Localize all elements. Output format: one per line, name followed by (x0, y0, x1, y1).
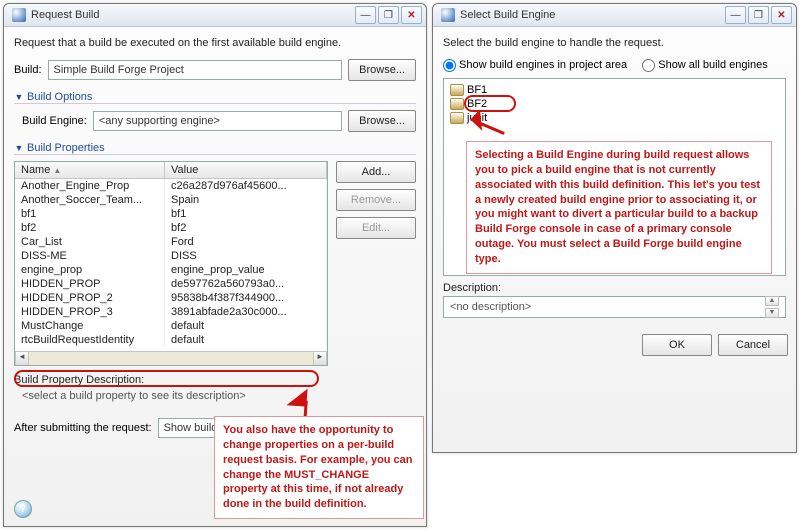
radio-show-all[interactable]: Show all build engines (642, 59, 767, 71)
table-row[interactable]: MustChangedefault (15, 319, 327, 333)
remove-button[interactable]: Remove... (336, 189, 416, 211)
dialog-title: Select Build Engine (460, 9, 723, 21)
help-icon[interactable]: ? (14, 500, 32, 518)
minimize-button[interactable]: — (725, 6, 746, 24)
engine-icon (450, 98, 464, 110)
table-row[interactable]: Another_Engine_Propc26a287d976af45600... (15, 179, 327, 194)
build-label: Build: (14, 64, 42, 76)
build-input[interactable] (48, 60, 343, 80)
table-row[interactable]: DISS-MEDISS (15, 249, 327, 263)
app-icon (12, 8, 26, 22)
engine-desc-label: Description: (443, 282, 786, 294)
intro-text: Request that a build be executed on the … (14, 37, 416, 49)
annotation-arrow (286, 387, 307, 406)
table-row[interactable]: HIDDEN_PROP_295838b4f387f344900... (15, 291, 327, 305)
table-row[interactable]: HIDDEN_PROP_33891abfade2a30c000... (15, 305, 327, 319)
build-engine-input[interactable] (93, 111, 342, 131)
table-row[interactable]: engine_propengine_prop_value (15, 263, 327, 277)
hscrollbar[interactable]: ◄► (15, 351, 327, 365)
close-button[interactable]: ✕ (771, 6, 792, 24)
callout-properties: You also have the opportunity to change … (214, 416, 424, 519)
dialog-title: Request Build (31, 9, 353, 21)
maximize-button[interactable]: ❐ (748, 6, 769, 24)
edit-button[interactable]: Edit... (336, 217, 416, 239)
build-properties-header: Build Properties (27, 142, 105, 154)
app-icon (441, 8, 455, 22)
table-row[interactable]: bf1bf1 (15, 207, 327, 221)
cancel-button[interactable]: Cancel (718, 334, 788, 356)
table-row[interactable]: bf2bf2 (15, 221, 327, 235)
maximize-button[interactable]: ❐ (378, 6, 399, 24)
desc-scroll[interactable]: ▲▼ (765, 296, 779, 318)
callout-engine: Selecting a Build Engine during build re… (466, 141, 772, 274)
table-row[interactable]: Car_ListFord (15, 235, 327, 249)
titlebar: Request Build — ❐ ✕ (4, 4, 426, 27)
prop-desc-value: <select a build property to see its desc… (14, 386, 416, 406)
table-row[interactable]: rtcBuildRequestIdentitydefault (15, 333, 327, 347)
twistie-icon[interactable]: ▼ (14, 92, 24, 102)
twistie-icon[interactable]: ▼ (14, 143, 24, 153)
ok-button[interactable]: OK (642, 334, 712, 356)
col-value[interactable]: Value (165, 162, 327, 179)
table-row[interactable]: Another_Soccer_Team...Spain (15, 193, 327, 207)
prop-desc-label: Build Property Description: (14, 374, 416, 386)
radio-project-area[interactable]: Show build engines in project area (443, 59, 627, 71)
sort-asc-icon: ▲ (53, 166, 61, 175)
properties-table[interactable]: Name▲ Value Another_Engine_Propc26a287d9… (14, 161, 328, 366)
engine-icon (450, 84, 464, 96)
add-button[interactable]: Add... (336, 161, 416, 183)
browse-engine-button[interactable]: Browse... (348, 110, 416, 132)
minimize-button[interactable]: — (355, 6, 376, 24)
col-name[interactable]: Name▲ (15, 162, 165, 179)
tree-item-bf2[interactable]: BF2 (450, 97, 779, 111)
titlebar: Select Build Engine — ❐ ✕ (433, 4, 796, 27)
intro-text: Select the build engine to handle the re… (443, 37, 786, 49)
build-options-header: Build Options (27, 91, 92, 103)
browse-build-button[interactable]: Browse... (348, 59, 416, 81)
tree-item-bf1[interactable]: BF1 (450, 83, 779, 97)
engine-desc-box: <no description> ▲▼ (443, 296, 786, 318)
build-engine-label: Build Engine: (22, 115, 87, 127)
table-row[interactable]: HIDDEN_PROPde597762a560793a0... (15, 277, 327, 291)
engine-icon (450, 112, 464, 124)
after-submit-label: After submitting the request: (14, 422, 152, 434)
close-button[interactable]: ✕ (401, 6, 422, 24)
tree-item-junit[interactable]: junit (450, 111, 779, 125)
